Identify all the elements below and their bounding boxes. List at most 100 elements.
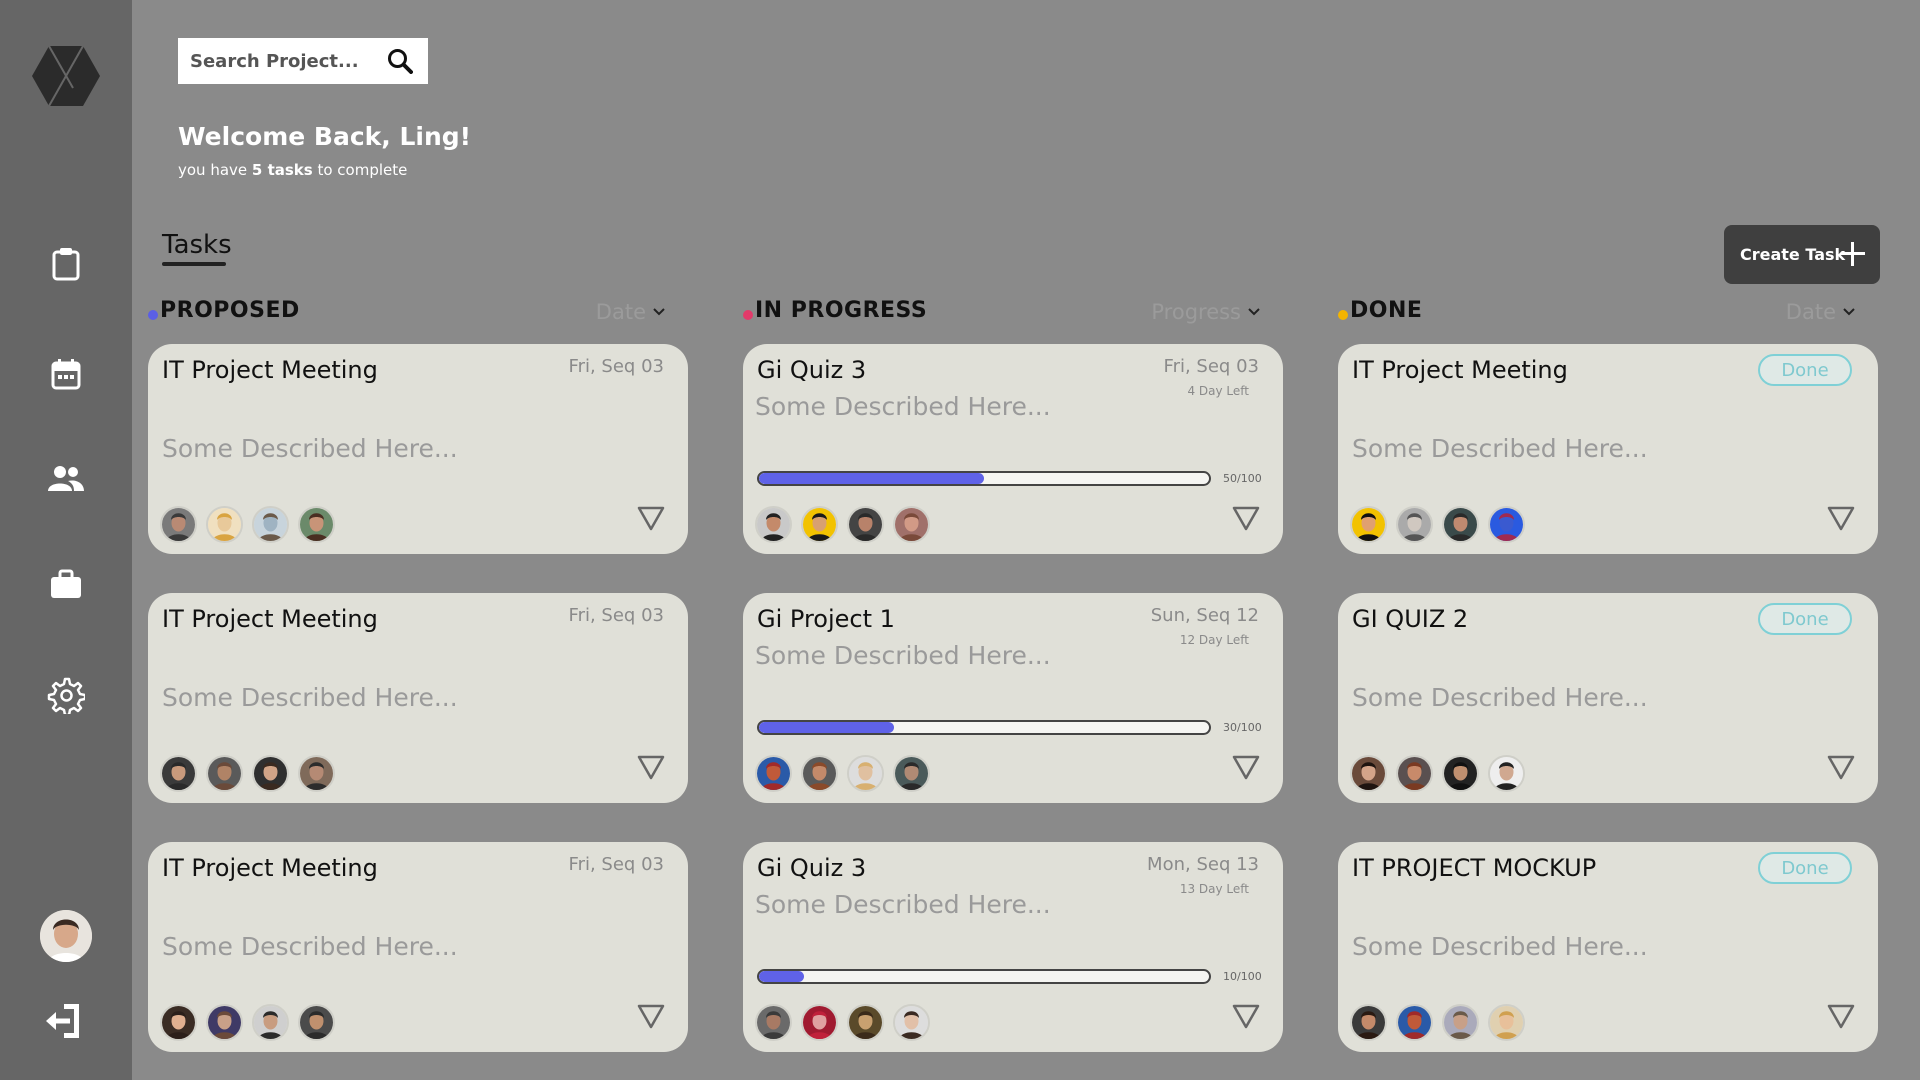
logout-icon[interactable]: [44, 1000, 86, 1042]
tab-tasks[interactable]: Tasks: [162, 230, 232, 260]
avatar[interactable]: [847, 755, 884, 792]
column-title: IN PROGRESS: [755, 298, 928, 323]
avatar[interactable]: [1396, 506, 1433, 543]
status-badge: Done: [1758, 603, 1852, 635]
avatar[interactable]: [1488, 755, 1525, 792]
avatar[interactable]: [893, 506, 930, 543]
task-card[interactable]: IT Project Meeting Fri, Seq 03 Some Descri…: [148, 593, 688, 803]
avatar[interactable]: [160, 1004, 197, 1041]
progress-value: 10/100: [1223, 970, 1262, 983]
avatar[interactable]: [40, 910, 92, 962]
task-card[interactable]: IT PROJECT MOCKUP Done Some Described Here…: [1338, 842, 1878, 1052]
avatar[interactable]: [252, 506, 289, 543]
sort-dropdown[interactable]: Progress: [1151, 300, 1261, 324]
status-badge: Done: [1758, 852, 1852, 884]
welcome-heading: Welcome Back, Ling!: [178, 122, 472, 151]
task-summary-prefix: you have: [178, 161, 252, 179]
avatar[interactable]: [1442, 1004, 1479, 1041]
sort-dropdown[interactable]: Date: [596, 300, 666, 324]
avatar[interactable]: [252, 1004, 289, 1041]
card-date: Sun, Seq 12: [1150, 605, 1259, 626]
task-card[interactable]: Gi Quiz 3 Mon, Seq 13 13 Day Left Some Desc…: [743, 842, 1283, 1052]
avatar[interactable]: [801, 755, 838, 792]
card-date: Fri, Seq 03: [568, 854, 664, 875]
card-description: Some Described Here...: [755, 641, 1051, 670]
avatar[interactable]: [755, 1004, 792, 1041]
assignee-avatars: [160, 755, 335, 792]
task-card[interactable]: Gi Project 1 Sun, Seq 12 12 Day Left Some D…: [743, 593, 1283, 803]
column-done: DONE Date: [1338, 296, 1878, 332]
avatar[interactable]: [206, 755, 243, 792]
card-title: IT Project Meeting: [162, 605, 378, 633]
task-card[interactable]: IT Project Meeting Fri, Seq 03 Some Descri…: [148, 842, 688, 1052]
avatar[interactable]: [755, 755, 792, 792]
column-header: PROPOSED Date: [148, 296, 688, 332]
avatar[interactable]: [1396, 1004, 1433, 1041]
sidebar: [0, 0, 132, 1080]
avatar[interactable]: [893, 1004, 930, 1041]
avatar[interactable]: [1396, 755, 1433, 792]
avatar[interactable]: [160, 755, 197, 792]
card-description: Some Described Here...: [1352, 434, 1648, 463]
avatar[interactable]: [206, 506, 243, 543]
avatar[interactable]: [1350, 1004, 1387, 1041]
column-header: IN PROGRESS Progress: [743, 296, 1283, 332]
status-dot: [743, 310, 753, 320]
expand-triangle-icon[interactable]: [636, 1002, 666, 1030]
avatar[interactable]: [298, 506, 335, 543]
avatar[interactable]: [206, 1004, 243, 1041]
gear-icon[interactable]: [46, 675, 86, 715]
expand-triangle-icon[interactable]: [1231, 504, 1261, 532]
sort-dropdown[interactable]: Date: [1786, 300, 1856, 324]
expand-triangle-icon[interactable]: [1826, 504, 1856, 532]
days-left: 4 Day Left: [1187, 384, 1249, 398]
chevron-down-icon: [653, 308, 665, 316]
avatar[interactable]: [1488, 506, 1525, 543]
progress-fill: [759, 473, 984, 484]
avatar[interactable]: [1350, 755, 1387, 792]
avatar[interactable]: [847, 506, 884, 543]
expand-triangle-icon[interactable]: [1826, 1002, 1856, 1030]
task-card[interactable]: IT Project Meeting Fri, Seq 03 Some Descri…: [148, 344, 688, 554]
task-card[interactable]: IT Project Meeting Done Some Described Her…: [1338, 344, 1878, 554]
avatar[interactable]: [847, 1004, 884, 1041]
create-task-label: Create Task: [1740, 245, 1846, 264]
card-title: IT PROJECT MOCKUP: [1352, 854, 1597, 882]
card-date: Fri, Seq 03: [568, 356, 664, 377]
calendar-icon[interactable]: [46, 354, 86, 394]
expand-triangle-icon[interactable]: [636, 753, 666, 781]
create-task-button[interactable]: Create Task: [1724, 225, 1880, 284]
avatar[interactable]: [893, 755, 930, 792]
clipboard-icon[interactable]: [46, 244, 86, 284]
avatar[interactable]: [298, 1004, 335, 1041]
progress-bar: [757, 969, 1211, 984]
people-icon[interactable]: [46, 458, 86, 498]
assignee-avatars: [160, 506, 335, 543]
avatar[interactable]: [1488, 1004, 1525, 1041]
avatar[interactable]: [298, 755, 335, 792]
avatar[interactable]: [1442, 506, 1479, 543]
avatar[interactable]: [801, 1004, 838, 1041]
task-card[interactable]: GI QUIZ 2 Done Some Described Here...: [1338, 593, 1878, 803]
search-icon[interactable]: [378, 39, 422, 83]
avatar[interactable]: [252, 755, 289, 792]
hexagon-logo-icon[interactable]: [31, 44, 101, 108]
expand-triangle-icon[interactable]: [1231, 1002, 1261, 1030]
expand-triangle-icon[interactable]: [1231, 753, 1261, 781]
avatar[interactable]: [801, 506, 838, 543]
search-input[interactable]: [178, 38, 378, 84]
column-header: DONE Date: [1338, 296, 1878, 332]
task-summary: you have 5 tasks to complete: [178, 161, 407, 179]
avatar[interactable]: [160, 506, 197, 543]
avatar[interactable]: [755, 506, 792, 543]
avatar[interactable]: [1350, 506, 1387, 543]
search-bar: [178, 38, 428, 84]
expand-triangle-icon[interactable]: [636, 504, 666, 532]
status-badge: Done: [1758, 354, 1852, 386]
briefcase-icon[interactable]: [46, 564, 86, 604]
status-dot: [1338, 310, 1348, 320]
expand-triangle-icon[interactable]: [1826, 753, 1856, 781]
task-card[interactable]: Gi Quiz 3 Fri, Seq 03 4 Day Left Some Descr…: [743, 344, 1283, 554]
avatar[interactable]: [1442, 755, 1479, 792]
column-title: DONE: [1350, 298, 1423, 323]
